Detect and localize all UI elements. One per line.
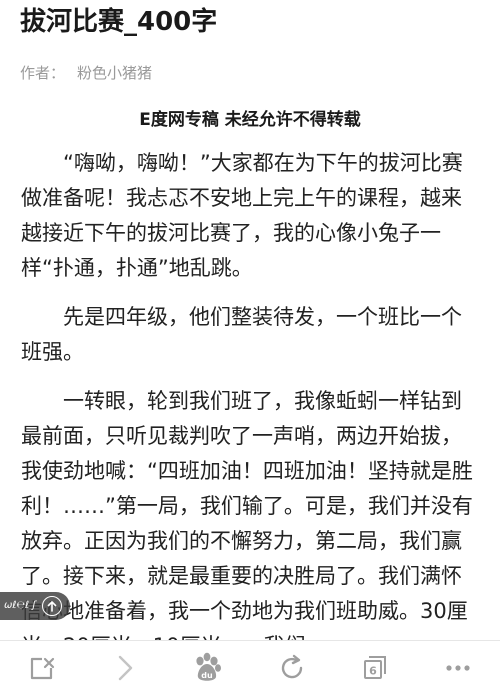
article-body: “嗨呦，嗨呦！”大家都在为下午的拔河比赛做准备呢！我忐忑不安地上完上午的课程，越… [21,146,481,640]
paragraph: “嗨呦，嗨呦！”大家都在为下午的拔河比赛做准备呢！我忐忑不安地上完上午的课程，越… [21,151,463,280]
svg-text:du: du [202,671,214,680]
author-label: 作者： [20,64,66,82]
close-page-button[interactable] [20,646,64,690]
refresh-button[interactable] [270,646,314,690]
baidu-paw-icon: du [196,652,222,681]
refresh-icon [281,654,302,678]
close-page-icon [30,657,54,679]
tabs-button[interactable]: 6 [353,646,397,690]
forward-icon [118,655,133,680]
forward-button[interactable] [103,646,147,690]
floating-widget[interactable]: ωℓ℮ℓ ʃ [0,592,70,620]
tabs-icon: 6 [363,655,386,679]
tab-count: 6 [369,664,377,677]
paragraph: 先是四年级，他们整装待发，一个班比一个班强。 [21,305,462,364]
baidu-home-button[interactable]: du [186,646,230,690]
more-menu-button[interactable] [436,646,480,690]
article-content: 拔河比赛_400字 作者： 粉色小猪猪 E度网专稿 未经允许不得转载 “嗨呦，嗨呦… [0,0,500,640]
floating-widget-text: ωℓ℮ℓ ʃ [4,600,36,611]
paragraph: 一转眼，轮到我们班了，我像蚯蚓一样钻到最前面，只听见裁判吹了一声哨，两边开始拔，… [21,389,473,640]
author-line: 作者： 粉色小猪猪 [20,62,152,84]
upload-arrow-icon[interactable] [41,596,62,616]
author-name[interactable]: 粉色小猪猪 [77,64,152,82]
browser-toolbar: du 6 [0,640,500,693]
more-icon [446,664,470,671]
article-title: 拔河比赛_400字 [20,7,218,37]
copyright-notice: E度网专稿 未经允许不得转载 [139,110,361,130]
